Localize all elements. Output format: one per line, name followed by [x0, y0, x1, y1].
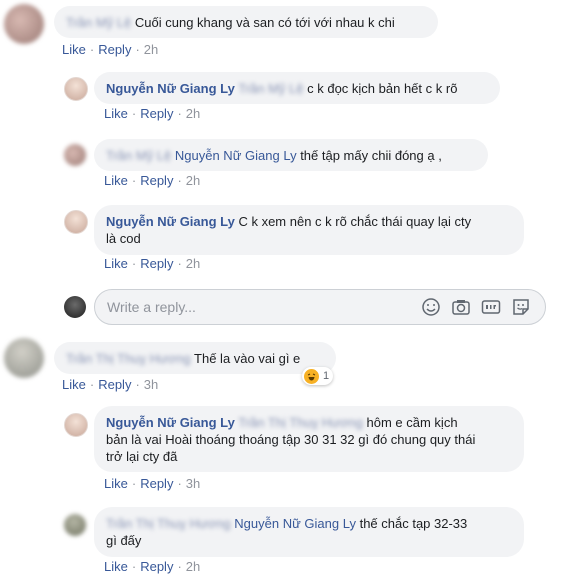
comment-bubble: Nguyễn Nữ Giang Ly Trần Thị Thuỵ Hương h… [94, 406, 524, 472]
comment-time[interactable]: 2h [186, 106, 200, 121]
reply-placeholder[interactable]: Write a reply... [107, 299, 196, 315]
comment-mention[interactable]: Nguyễn Nữ Giang Ly [175, 148, 297, 163]
comment-mention[interactable]: Trần Mỹ Lệ [238, 81, 303, 96]
reply-link[interactable]: Reply [140, 173, 173, 188]
camera-icon[interactable] [451, 297, 471, 317]
comment-text: Cuối cung khang và san có tới với nhau k… [134, 15, 395, 30]
comment-actions: Like · Reply · 2h [62, 42, 159, 57]
comment-text: Thế la vào vai gì e [194, 351, 301, 366]
comment-bubble: Trần Thị Thuỵ Hương Nguyễn Nữ Giang Ly t… [94, 507, 524, 557]
reaction-badge[interactable]: 1 [302, 367, 334, 385]
comment-text: trở lại cty đã [106, 449, 178, 464]
comment-text: gì đấy [106, 533, 142, 548]
comment-author[interactable]: Nguyễn Nữ Giang Ly [106, 214, 235, 229]
comment-author[interactable]: Trần Thị Thuỵ Hương [66, 351, 191, 366]
comment-time[interactable]: 3h [186, 476, 200, 491]
avatar[interactable] [64, 210, 88, 234]
reply-link[interactable]: Reply [140, 476, 173, 491]
avatar[interactable] [64, 144, 86, 166]
comment-actions: Like · Reply · 3h [62, 377, 159, 392]
comment-actions: Like · Reply · 2h [104, 559, 201, 574]
comment-bubble: Nguyễn Nữ Giang Ly C k xem nên c k rõ ch… [94, 205, 524, 255]
reaction-count: 1 [323, 370, 330, 382]
comment-text: là cod [106, 231, 141, 246]
reply-link[interactable]: Reply [98, 42, 131, 57]
like-link[interactable]: Like [62, 42, 86, 57]
laughing-emoji-icon [304, 368, 319, 384]
comment-actions: Like · Reply · 2h [104, 106, 201, 121]
avatar [64, 296, 86, 318]
comment-time[interactable]: 2h [144, 42, 158, 57]
comment-time[interactable]: 2h [186, 256, 200, 271]
avatar[interactable] [64, 413, 88, 437]
like-link[interactable]: Like [62, 377, 86, 392]
comment-author[interactable]: Trần Mỹ Lệ [66, 15, 131, 30]
comment-text: hôm e cầm kịch [366, 415, 458, 430]
reply-link[interactable]: Reply [98, 377, 131, 392]
reply-link[interactable]: Reply [140, 559, 173, 574]
like-link[interactable]: Like [104, 173, 128, 188]
comment-text: C k xem nên c k rõ chắc thái quay lại ct… [238, 214, 472, 229]
comment-bubble: Nguyễn Nữ Giang Ly Trần Mỹ Lệ c k đọc kị… [94, 72, 500, 104]
gif-icon[interactable] [481, 297, 501, 317]
comment-time[interactable]: 3h [144, 377, 158, 392]
comment-actions: Like · Reply · 2h [104, 173, 201, 188]
reply-link[interactable]: Reply [140, 106, 173, 121]
comment-mention[interactable]: Nguyễn Nữ Giang Ly [234, 516, 356, 531]
comment-text: c k đọc kịch bản hết c k rõ [307, 81, 458, 96]
reply-link[interactable]: Reply [140, 256, 173, 271]
reply-input[interactable]: Write a reply... [94, 289, 546, 325]
comment-author[interactable]: Trần Mỹ Lệ [106, 148, 171, 163]
comment-time[interactable]: 2h [186, 173, 200, 188]
like-link[interactable]: Like [104, 256, 128, 271]
like-link[interactable]: Like [104, 559, 128, 574]
comment-author[interactable]: Nguyễn Nữ Giang Ly [106, 415, 235, 430]
avatar[interactable] [64, 77, 88, 101]
comment-mention[interactable]: Trần Thị Thuỵ Hương [238, 415, 363, 430]
like-link[interactable]: Like [104, 106, 128, 121]
comment-author[interactable]: Trần Thị Thuỵ Hương [106, 516, 231, 531]
comment-author[interactable]: Nguyễn Nữ Giang Ly [106, 81, 235, 96]
comment-bubble: Trần Mỹ Lệ Nguyễn Nữ Giang Ly thế tập mấ… [94, 139, 488, 171]
emoji-icon[interactable] [421, 297, 441, 317]
comment-actions: Like · Reply · 2h [104, 256, 201, 271]
sticker-icon[interactable] [511, 297, 531, 317]
comment-time[interactable]: 2h [186, 559, 200, 574]
comment-bubble: Trần Thị Thuỵ Hương Thế la vào vai gì e [54, 342, 336, 374]
avatar[interactable] [64, 514, 86, 536]
avatar[interactable] [4, 338, 44, 378]
comment-text: bản là vai Hoài thoáng thoáng tập 30 31 … [106, 432, 476, 447]
comment-actions: Like · Reply · 3h [104, 476, 201, 491]
comment-text: thế chắc tạp 32-33 [359, 516, 468, 531]
comment-bubble: Trần Mỹ Lệ Cuối cung khang và san có tới… [54, 6, 438, 38]
avatar[interactable] [4, 4, 44, 44]
comment-text: thế tập mấy chii đóng ạ , [300, 148, 442, 163]
like-link[interactable]: Like [104, 476, 128, 491]
